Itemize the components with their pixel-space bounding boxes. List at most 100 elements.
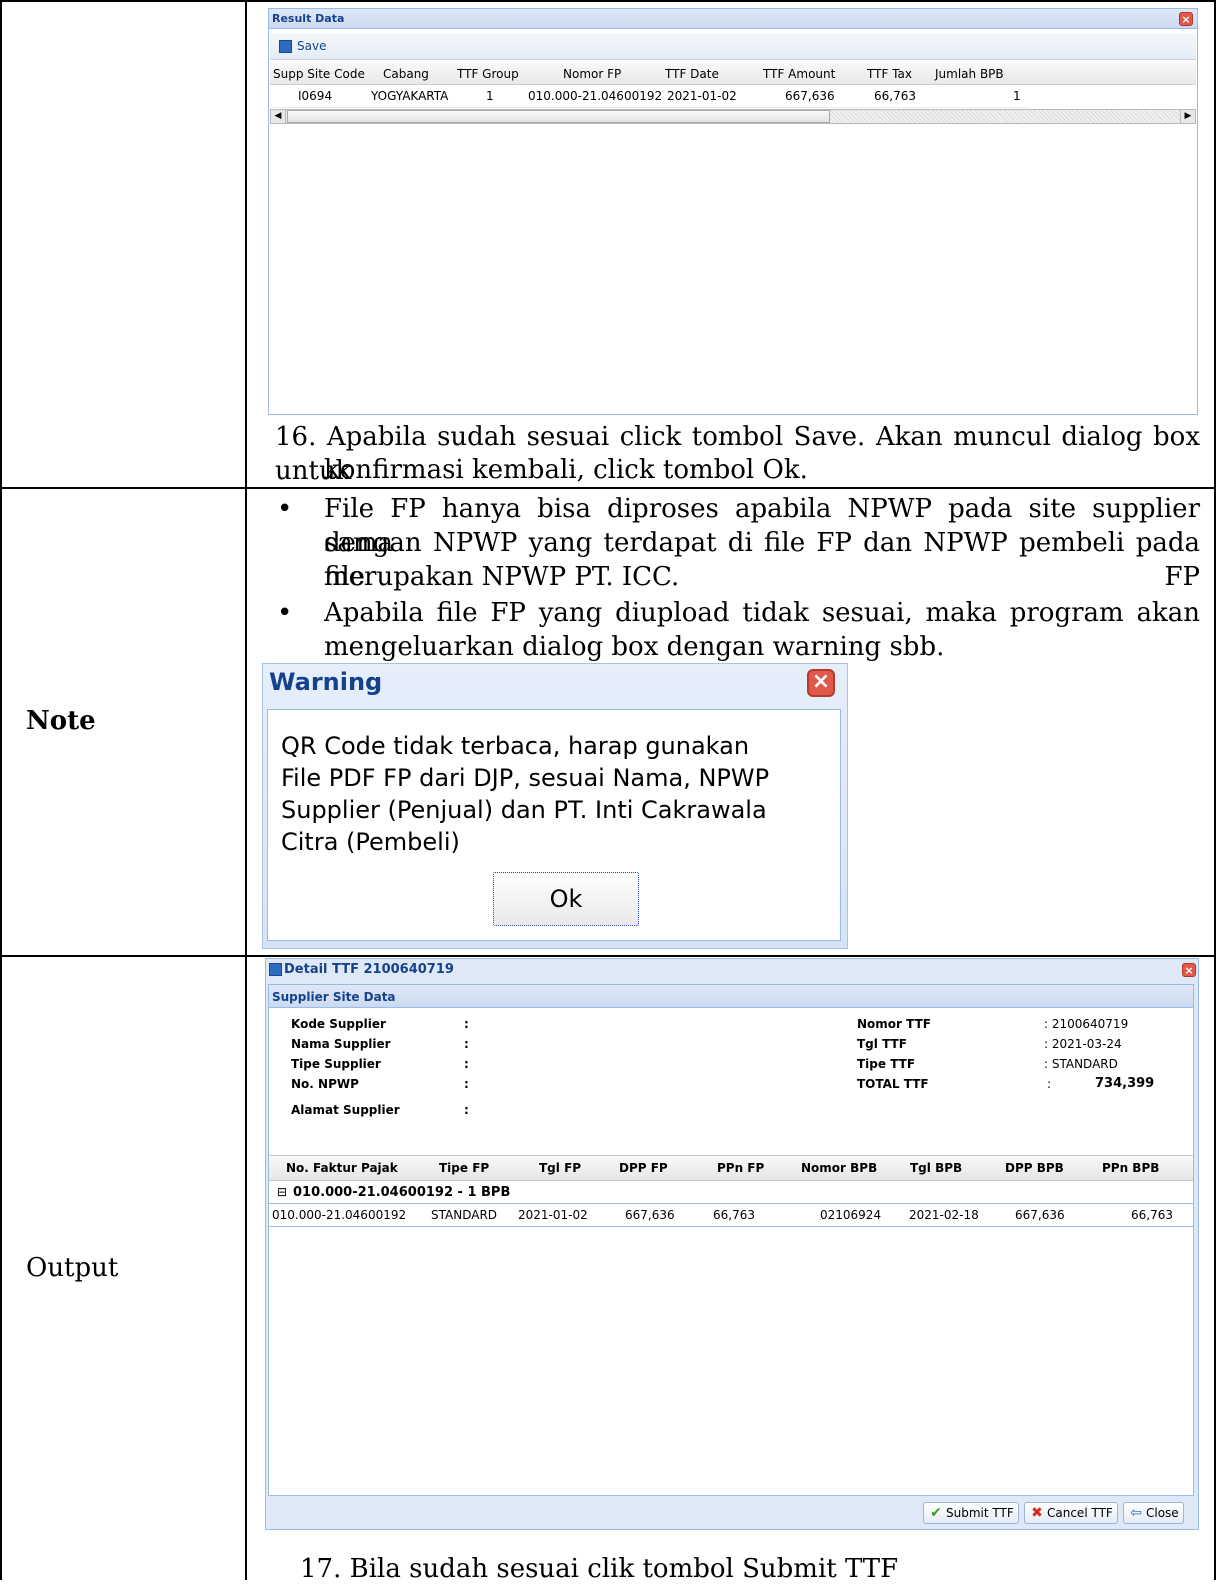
submit-ttf-label: Submit TTF	[946, 1506, 1014, 1520]
npwp-value: :	[464, 1077, 469, 1091]
supplier-site-header	[269, 985, 1193, 1008]
column-header-nomor-bpb[interactable]: Nomor BPB	[801, 1161, 877, 1175]
bullet-2-dot: •	[277, 598, 293, 628]
column-header-tgl-fp[interactable]: Tgl FP	[539, 1161, 581, 1175]
scroll-left-arrow[interactable]: ◀	[271, 110, 286, 123]
column-header-supp-site-code[interactable]: Supp Site Code	[273, 67, 365, 81]
cell-dpp-bpb: 667,636	[1015, 1208, 1065, 1222]
window-icon	[269, 963, 282, 976]
kode-supplier-value: :	[464, 1017, 469, 1031]
kode-supplier-label: Kode Supplier	[291, 1017, 386, 1031]
table-row[interactable]: 010.000-21.04600192 STANDARD 2021-01-02 …	[269, 1204, 1193, 1227]
tgl-ttf-label: Tgl TTF	[857, 1037, 907, 1051]
close-icon[interactable]: ×	[1182, 963, 1196, 977]
cross-icon: ✖	[1031, 1505, 1043, 1521]
close-icon[interactable]: ×	[1179, 12, 1193, 26]
warning-message-line-2: File PDF FP dari DJP, sesuai Nama, NPWP	[281, 764, 770, 792]
table-column-divider	[245, 0, 247, 1580]
output-label: Output	[26, 1253, 119, 1283]
exit-icon: ⇦	[1130, 1505, 1142, 1521]
warning-message-line-4: Citra (Pembeli)	[281, 828, 460, 856]
detail-content: Supplier Site Data Kode Supplier : Nama …	[268, 984, 1194, 1496]
column-header-no-faktur-pajak[interactable]: No. Faktur Pajak	[286, 1161, 398, 1175]
column-header-ppn-fp[interactable]: PPn FP	[717, 1161, 764, 1175]
table-row-divider-2	[0, 955, 1216, 957]
cell-ttf-tax: 66,763	[874, 89, 916, 103]
tgl-ttf-value: : 2021-03-24	[1044, 1037, 1122, 1051]
note-label: Note	[26, 706, 96, 736]
cell-no-faktur-pajak: 010.000-21.04600192	[272, 1208, 407, 1222]
note-bullet-2-line-2: mengeluarkan dialog box dengan warning s…	[324, 632, 945, 662]
total-ttf-label: TOTAL TTF	[857, 1077, 929, 1091]
cancel-ttf-button[interactable]: ✖ Cancel TTF	[1024, 1502, 1118, 1524]
warning-body: QR Code tidak terbaca, harap gunakan Fil…	[267, 709, 841, 941]
column-header-dpp-bpb[interactable]: DPP BPB	[1005, 1161, 1064, 1175]
close-button[interactable]: ⇦ Close	[1123, 1502, 1184, 1524]
submit-ttf-button[interactable]: ✔ Submit TTF	[923, 1502, 1019, 1524]
group-label: 010.000-21.04600192 - 1 BPB	[293, 1185, 511, 1200]
total-ttf-amount: 734,399	[1095, 1076, 1155, 1091]
nama-supplier-value: :	[464, 1037, 469, 1051]
result-data-panel: Result Data × Save Supp Site Code Cabang…	[268, 8, 1198, 415]
cell-supp-site-code: I0694	[298, 89, 333, 103]
cell-ttf-amount: 667,636	[785, 89, 835, 103]
result-data-title: Result Data	[269, 9, 1197, 29]
nomor-ttf-value: : 2100640719	[1044, 1017, 1129, 1031]
column-header-tgl-bpb[interactable]: Tgl BPB	[910, 1161, 962, 1175]
tipe-supplier-label: Tipe Supplier	[291, 1057, 381, 1071]
column-header-ppn-bpb[interactable]: PPn BPB	[1102, 1161, 1159, 1175]
bullet-1-dot: •	[277, 494, 293, 524]
cell-ttf-date: 2021-01-02	[667, 89, 737, 103]
table-top-border	[0, 0, 1216, 2]
scroll-right-arrow[interactable]: ▶	[1180, 110, 1195, 123]
scroll-thumb[interactable]	[287, 110, 830, 123]
total-ttf-colon: :	[1047, 1077, 1052, 1091]
group-row[interactable]: ⊟ 010.000-21.04600192 - 1 BPB	[269, 1181, 1193, 1204]
tipe-ttf-label: Tipe TTF	[857, 1057, 916, 1071]
nama-supplier-label: Nama Supplier	[291, 1037, 391, 1051]
cell-tgl-fp: 2021-01-02	[518, 1208, 588, 1222]
column-header-ttf-date[interactable]: TTF Date	[665, 67, 719, 81]
warning-message-line-3: Supplier (Penjual) dan PT. Inti Cakrawal…	[281, 796, 767, 824]
tipe-supplier-value: :	[464, 1057, 469, 1071]
column-header-ttf-group[interactable]: TTF Group	[457, 67, 519, 81]
column-header-cabang[interactable]: Cabang	[383, 67, 429, 81]
column-header-ttf-tax[interactable]: TTF Tax	[867, 67, 912, 81]
note-bullet-2-line-1: Apabila file FP yang diupload tidak sesu…	[324, 598, 1200, 628]
warning-title: Warning	[269, 668, 383, 696]
check-icon: ✔	[930, 1505, 942, 1521]
alamat-supplier-value: :	[464, 1103, 469, 1117]
cell-jumlah-bpb: 1	[1013, 89, 1021, 103]
cell-tgl-bpb: 2021-02-18	[909, 1208, 979, 1222]
table-row[interactable]: I0694 YOGYAKARTA 1 010.000-21.04600192 2…	[270, 85, 1028, 108]
cell-ppn-bpb: 66,763	[1131, 1208, 1173, 1222]
detail-ttf-window: Detail TTF 2100640719 × Supplier Site Da…	[265, 958, 1199, 1530]
collapse-icon[interactable]: ⊟	[277, 1185, 287, 1199]
ok-button[interactable]: Ok	[493, 872, 639, 926]
cell-nomor-fp: 010.000-21.04600192	[528, 89, 663, 103]
cell-nomor-bpb: 02106924	[820, 1208, 882, 1222]
step-17-text: 17. Bila sudah sesuai clik tombol Submit…	[300, 1554, 899, 1584]
cell-ppn-fp: 66,763	[713, 1208, 755, 1222]
column-header-jumlah-bpb[interactable]: Jumlah BPB	[935, 67, 1004, 81]
tipe-ttf-value: : STANDARD	[1044, 1057, 1118, 1071]
horizontal-scrollbar[interactable]: ◀ ▶	[270, 109, 1196, 124]
step-16-line-2: konfirmasi kembali, click tombol Ok.	[324, 455, 808, 485]
close-label: Close	[1146, 1506, 1179, 1520]
note-bullet-1-line-3: merupakan NPWP PT. ICC.	[324, 562, 680, 592]
column-header-nomor-fp[interactable]: Nomor FP	[563, 67, 621, 81]
cell-ttf-group: 1	[486, 89, 494, 103]
cell-dpp-fp: 667,636	[625, 1208, 675, 1222]
nomor-ttf-label: Nomor TTF	[857, 1017, 931, 1031]
window-titlebar: Detail TTF 2100640719	[266, 959, 1198, 981]
column-header-tipe-fp[interactable]: Tipe FP	[439, 1161, 489, 1175]
save-label: Save	[297, 39, 327, 53]
cell-cabang: YOGYAKARTA	[371, 89, 449, 103]
table-left-border	[0, 0, 2, 1580]
alamat-supplier-label: Alamat Supplier	[291, 1103, 400, 1117]
column-header-dpp-fp[interactable]: DPP FP	[619, 1161, 668, 1175]
cancel-ttf-label: Cancel TTF	[1047, 1506, 1113, 1520]
close-icon[interactable]: ×	[807, 669, 835, 697]
supplier-site-title: Supplier Site Data	[272, 990, 396, 1004]
column-header-ttf-amount[interactable]: TTF Amount	[763, 67, 835, 81]
